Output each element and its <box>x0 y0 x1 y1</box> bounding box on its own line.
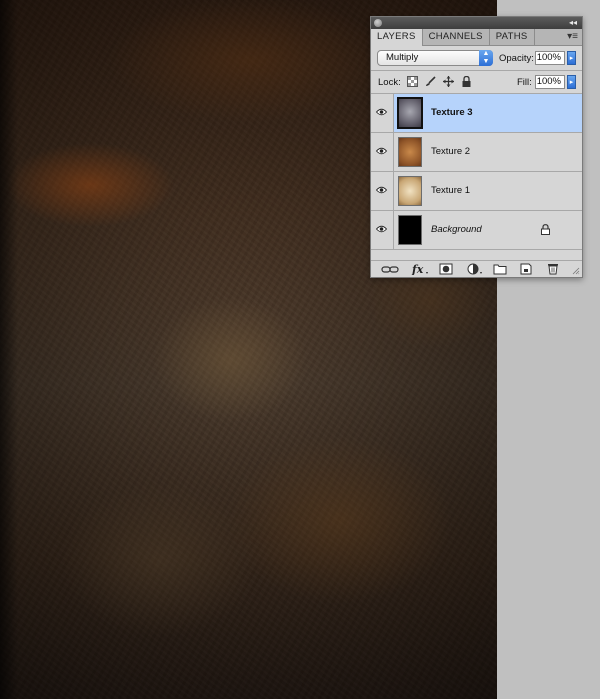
eye-icon <box>376 186 387 194</box>
tab-layers[interactable]: LAYERS <box>371 29 423 46</box>
visibility-toggle[interactable] <box>371 211 394 249</box>
tab-channels[interactable]: CHANNELS <box>423 29 490 45</box>
fill-field[interactable]: 100% <box>535 75 565 89</box>
fill-label: Fill: <box>517 77 532 88</box>
opacity-label: Opacity: <box>499 53 534 64</box>
adjustment-layer-icon[interactable] <box>466 263 484 275</box>
lock-row: Lock: Fill: 100% ▸ <box>371 71 582 93</box>
lock-all-icon[interactable] <box>461 76 472 87</box>
new-group-icon[interactable] <box>493 263 507 275</box>
fill-dropdown-icon[interactable]: ▸ <box>567 75 576 89</box>
visibility-toggle[interactable] <box>371 94 394 132</box>
layer-name: Background <box>431 224 482 235</box>
link-layers-icon[interactable] <box>381 263 399 275</box>
opacity-field[interactable]: 100% <box>535 51 565 65</box>
panel-menu-icon[interactable]: ▾≡ <box>567 31 578 43</box>
layer-name: Texture 3 <box>431 107 473 118</box>
panel-tabs: LAYERS CHANNELS PATHS ▾≡ <box>371 29 582 46</box>
layer-thumbnail <box>397 97 423 129</box>
layer-thumbnail <box>398 176 422 206</box>
layer-row-texture-1[interactable]: Texture 1 <box>371 172 582 211</box>
visibility-toggle[interactable] <box>371 172 394 210</box>
svg-text:fx: fx <box>411 263 424 275</box>
panel-titlebar[interactable]: ◂◂ <box>371 17 582 29</box>
visibility-toggle[interactable] <box>371 133 394 171</box>
blend-mode-value: Multiply <box>386 52 419 63</box>
layer-name: Texture 2 <box>431 146 471 157</box>
layer-name: Texture 1 <box>431 185 471 196</box>
lock-image-pixels-icon[interactable] <box>425 76 436 87</box>
opacity-dropdown-icon[interactable]: ▸ <box>567 51 576 65</box>
close-icon[interactable] <box>374 19 382 27</box>
lock-transparent-pixels-icon[interactable] <box>407 76 418 87</box>
tab-paths[interactable]: PATHS <box>490 29 535 45</box>
collapse-icon[interactable]: ◂◂ <box>569 17 577 29</box>
eye-icon <box>376 147 387 155</box>
eye-icon <box>376 108 387 116</box>
lock-label: Lock: <box>378 77 401 88</box>
blend-mode-arrows-icon: ▲ ▼ <box>479 50 493 66</box>
blend-mode-select[interactable]: Multiply ▲ ▼ <box>377 50 493 66</box>
lock-position-icon[interactable] <box>443 76 454 87</box>
new-layer-icon[interactable] <box>519 263 533 275</box>
blend-row: Multiply ▲ ▼ Opacity: 100% ▸ <box>371 46 582 70</box>
layer-row-texture-2[interactable]: Texture 2 <box>371 133 582 172</box>
layers-list: Texture 3 Texture 2 Texture 1 Background <box>371 93 582 250</box>
layers-panel: ◂◂ LAYERS CHANNELS PATHS ▾≡ Multiply ▲ ▼ … <box>370 16 583 278</box>
layer-row-background[interactable]: Background <box>371 211 582 250</box>
eye-icon <box>376 225 387 233</box>
layer-thumbnail <box>398 215 422 245</box>
fx-icon[interactable]: fx <box>411 263 429 275</box>
layer-lock-icon <box>541 224 550 235</box>
resize-grip-icon[interactable] <box>572 267 580 275</box>
layer-thumbnail <box>398 137 422 167</box>
layer-row-texture-3[interactable]: Texture 3 <box>371 94 582 133</box>
trash-icon[interactable] <box>546 263 560 275</box>
panel-bottom-bar: fx <box>371 260 582 277</box>
add-mask-icon[interactable] <box>439 263 453 275</box>
